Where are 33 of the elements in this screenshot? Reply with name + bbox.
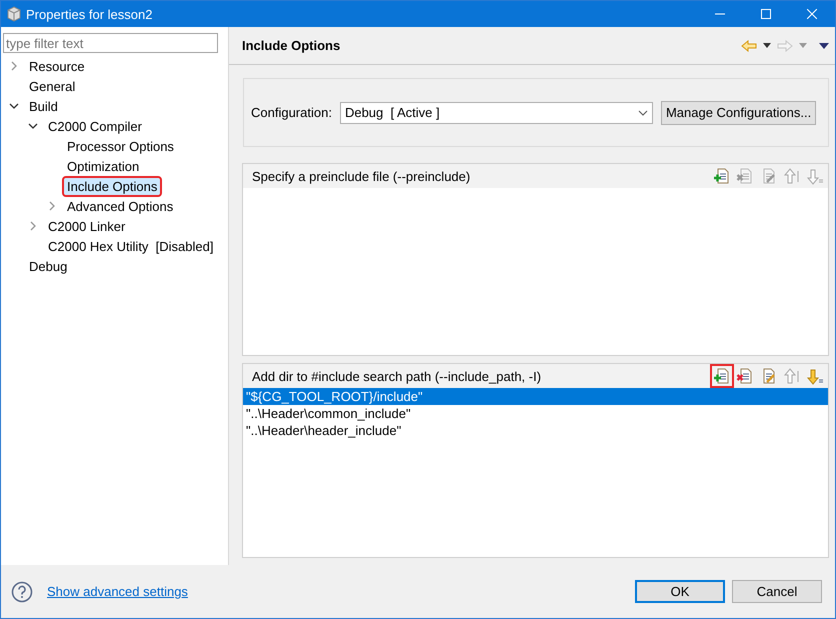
list-item[interactable]: "..\Header\common_include" — [243, 405, 828, 422]
list-title: Specify a preinclude file (--preinclude) — [252, 168, 472, 184]
configuration-dropdown[interactable]: Debug [ Active ] — [340, 102, 653, 124]
page-title: Include Options — [242, 38, 342, 53]
filter-field[interactable]: type filter text — [3, 33, 218, 53]
list-item[interactable]: "${CG_TOOL_ROOT}/include" — [243, 388, 828, 405]
tree-item[interactable]: C2000 Hex Utility [Disabled] — [45, 238, 216, 254]
tree-item[interactable]: Resource — [26, 58, 88, 74]
tree-item[interactable]: C2000 Linker — [45, 218, 128, 234]
configuration-label: Configuration: — [251, 105, 332, 120]
tree-item[interactable]: C2000 Compiler — [45, 118, 145, 134]
app-icon — [6, 6, 22, 22]
close-icon[interactable] — [807, 9, 817, 19]
manage-configurations-button[interactable]: Manage Configurations... — [660, 100, 816, 124]
chevron-down-icon — [638, 110, 648, 116]
window-title: Properties for lesson2 — [26, 6, 154, 22]
list-title: Add dir to #include search path (--include_path, -I) — [252, 368, 542, 384]
help-icon[interactable] — [11, 580, 33, 602]
tree-item[interactable]: Optimization — [64, 158, 142, 174]
maximize-icon[interactable] — [761, 9, 771, 19]
menu-icon[interactable] — [819, 42, 829, 48]
add-button[interactable] — [712, 366, 732, 386]
tree-item[interactable]: Build — [26, 98, 61, 114]
list-item[interactable]: "..\Header\header_include" — [243, 422, 828, 439]
dialog-button[interactable]: OK — [635, 580, 725, 603]
tree-item[interactable]: Processor Options — [64, 138, 177, 154]
dropdown-icon[interactable] — [763, 43, 771, 48]
tree-item[interactable]: General — [26, 78, 78, 94]
advanced-settings-link[interactable]: Show advanced settings — [47, 584, 628, 599]
dialog-button[interactable]: Cancel — [732, 580, 822, 603]
tree-item[interactable]: Advanced Options — [64, 198, 176, 214]
tree-item[interactable]: Debug — [26, 258, 70, 274]
tree-item[interactable]: Include Options — [64, 178, 160, 194]
